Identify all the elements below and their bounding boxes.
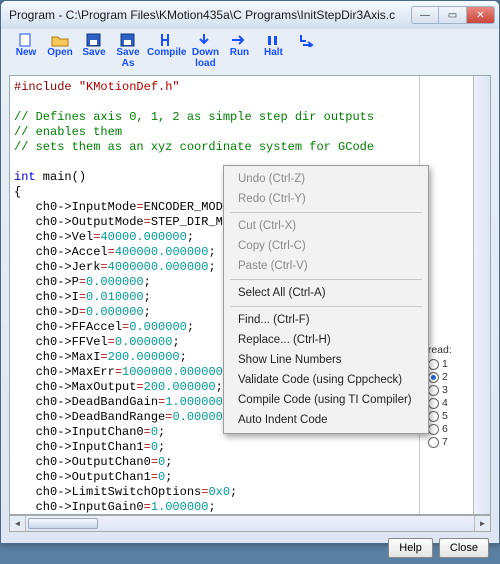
radio-icon	[428, 372, 439, 383]
program-window: Program - C:\Program Files\KMotion435a\C…	[0, 0, 500, 544]
close-button[interactable]: ✕	[467, 6, 495, 24]
saveas-button[interactable]: SaveAs	[113, 33, 143, 69]
vertical-scrollbar[interactable]	[473, 76, 490, 514]
radio-label: 1	[442, 358, 448, 370]
menu-line-numbers[interactable]: Show Line Numbers	[226, 350, 426, 370]
radio-label: 3	[442, 384, 448, 396]
radio-icon	[428, 424, 439, 435]
thread-radio-7[interactable]: 7	[428, 436, 471, 448]
help-button[interactable]: Help	[388, 538, 433, 558]
compile-button[interactable]: Compile	[147, 33, 186, 59]
thread-radio-4[interactable]: 4	[428, 397, 471, 409]
menu-cut[interactable]: Cut (Ctrl-X)	[226, 216, 426, 236]
menu-validate[interactable]: Validate Code (using Cppcheck)	[226, 370, 426, 390]
menu-separator	[230, 212, 422, 213]
compile-icon	[158, 33, 176, 47]
radio-label: 6	[442, 423, 448, 435]
toolbar: New Open Save SaveAs Compile Download Ru…	[1, 29, 499, 71]
radio-label: 4	[442, 397, 448, 409]
menu-separator	[230, 279, 422, 280]
radio-label: 7	[442, 436, 448, 448]
menu-auto-indent[interactable]: Auto Indent Code	[226, 410, 426, 430]
radio-icon	[428, 398, 439, 409]
menu-compile[interactable]: Compile Code (using TI Compiler)	[226, 390, 426, 410]
radio-icon	[428, 385, 439, 396]
menu-replace[interactable]: Replace... (Ctrl-H)	[226, 330, 426, 350]
radio-icon	[428, 359, 439, 370]
horizontal-scrollbar[interactable]: ◄ ►	[9, 515, 491, 532]
menu-paste[interactable]: Paste (Ctrl-V)	[226, 256, 426, 276]
run-button[interactable]: Run	[224, 33, 254, 59]
step-button[interactable]	[292, 33, 322, 48]
menu-select-all[interactable]: Select All (Ctrl-A)	[226, 283, 426, 303]
download-icon	[196, 33, 214, 47]
scroll-right-icon[interactable]: ►	[474, 516, 490, 531]
thread-radio-2[interactable]: 2	[428, 371, 471, 383]
download-button[interactable]: Download	[190, 33, 220, 69]
open-icon	[51, 33, 69, 47]
radio-icon	[428, 437, 439, 448]
footer: Help Close	[1, 532, 499, 564]
maximize-button[interactable]: ▭	[439, 6, 467, 24]
thread-radio-1[interactable]: 1	[428, 358, 471, 370]
menu-find[interactable]: Find... (Ctrl-F)	[226, 310, 426, 330]
step-icon	[298, 33, 316, 47]
menu-undo[interactable]: Undo (Ctrl-Z)	[226, 169, 426, 189]
menu-separator	[230, 306, 422, 307]
open-button[interactable]: Open	[45, 33, 75, 59]
context-menu: Undo (Ctrl-Z) Redo (Ctrl-Y) Cut (Ctrl-X)…	[223, 165, 429, 434]
window-buttons: — ▭ ✕	[411, 6, 495, 24]
titlebar[interactable]: Program - C:\Program Files\KMotion435a\C…	[1, 1, 499, 29]
scroll-thumb[interactable]	[28, 518, 98, 529]
halt-button[interactable]: Halt	[258, 33, 288, 59]
saveas-icon	[119, 33, 137, 47]
new-button[interactable]: New	[11, 33, 41, 59]
thread-radio-3[interactable]: 3	[428, 384, 471, 396]
minimize-button[interactable]: —	[411, 6, 439, 24]
window-title: Program - C:\Program Files\KMotion435a\C…	[9, 8, 411, 22]
thread-radio-5[interactable]: 5	[428, 410, 471, 422]
run-icon	[230, 33, 248, 47]
halt-icon	[264, 33, 282, 47]
close-dialog-button[interactable]: Close	[439, 538, 489, 558]
radio-label: 5	[442, 410, 448, 422]
menu-redo[interactable]: Redo (Ctrl-Y)	[226, 189, 426, 209]
new-icon	[17, 33, 35, 47]
radio-label: 2	[442, 371, 448, 383]
menu-copy[interactable]: Copy (Ctrl-C)	[226, 236, 426, 256]
save-icon	[85, 33, 103, 47]
scroll-left-icon[interactable]: ◄	[10, 516, 26, 531]
radio-icon	[428, 411, 439, 422]
thread-radio-6[interactable]: 6	[428, 423, 471, 435]
thread-label: hread:	[422, 344, 471, 356]
save-button[interactable]: Save	[79, 33, 109, 59]
